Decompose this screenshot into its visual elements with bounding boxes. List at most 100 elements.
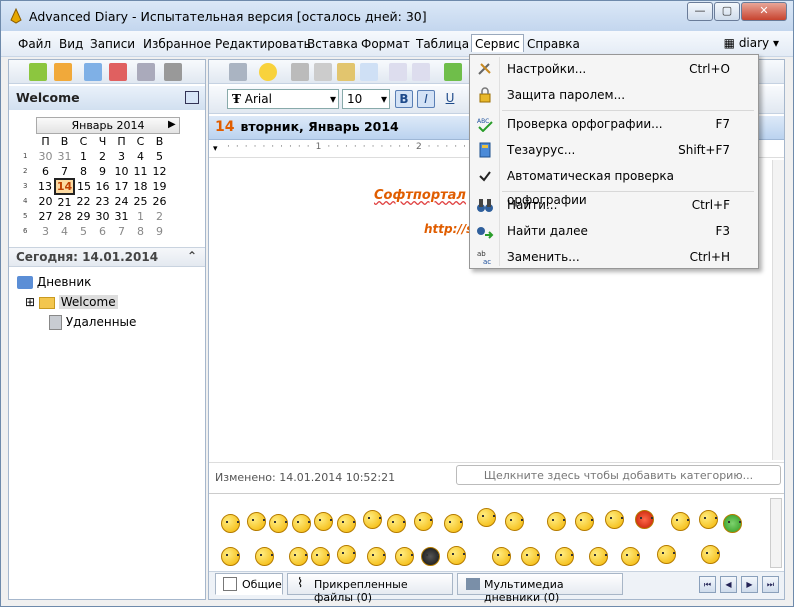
select-all-icon[interactable] <box>360 63 378 81</box>
copy-icon[interactable] <box>314 63 332 81</box>
calendar-day[interactable]: 31 <box>112 209 131 224</box>
sick-smiley-icon[interactable] <box>723 514 742 533</box>
calendar-day[interactable]: 7 <box>112 224 131 239</box>
smiley-icon[interactable] <box>589 547 608 566</box>
font-select[interactable]: Ŧ Arial ▾ <box>227 89 339 109</box>
smiley-icon[interactable] <box>521 547 540 566</box>
close-button[interactable]: ✕ <box>741 2 787 21</box>
undo-icon[interactable] <box>389 63 407 81</box>
calendar-day[interactable]: 26 <box>150 194 169 209</box>
calendar-day[interactable]: 24 <box>112 194 131 209</box>
smiley-icon[interactable] <box>259 63 277 81</box>
new-entry-icon[interactable] <box>29 63 47 81</box>
paste-icon[interactable] <box>337 63 355 81</box>
save-icon[interactable] <box>229 63 247 81</box>
prev-page-button[interactable]: ◀ <box>720 576 737 593</box>
smiley-icon[interactable] <box>671 512 690 531</box>
menu-item-spellcheck[interactable]: ABC Проверка орфографии... F7 <box>472 112 756 136</box>
menu-item-find-next[interactable]: Найти далее F3 <box>472 219 756 243</box>
calendar-day[interactable]: 5 <box>150 149 169 164</box>
menu-item-find[interactable]: Найти... Ctrl+F <box>472 193 756 217</box>
calendar-day[interactable]: 9 <box>150 224 169 239</box>
bold-icon[interactable]: B <box>395 90 413 108</box>
calendar-day[interactable]: 28 <box>55 209 74 224</box>
calendar-day[interactable]: 10 <box>112 164 131 179</box>
tree-item-deleted[interactable]: Удаленные <box>17 312 136 332</box>
calendar-day[interactable]: 21 <box>55 194 74 209</box>
menu-item-password[interactable]: Защита паролем... <box>472 83 756 107</box>
calendar-month[interactable]: Январь 2014 <box>36 117 180 134</box>
smiley-icon[interactable] <box>311 547 330 566</box>
italic-icon[interactable]: I <box>417 90 435 108</box>
smiley-icon[interactable] <box>221 547 240 566</box>
smiley-icon[interactable] <box>337 545 356 564</box>
calendar-day-today[interactable]: 14 <box>54 178 75 195</box>
calendar-day[interactable]: 31 <box>55 149 74 164</box>
calendar-day[interactable]: 30 <box>36 149 55 164</box>
devil-icon[interactable] <box>635 510 654 529</box>
calendar-day[interactable]: 23 <box>93 194 112 209</box>
last-page-button[interactable]: ⏭ <box>762 576 779 593</box>
calendar-day[interactable]: 11 <box>131 164 150 179</box>
calendar-day[interactable]: 13 <box>36 179 55 194</box>
today-bar[interactable]: Сегодня: 14.01.2014 ⌃ <box>9 247 205 267</box>
calendar-day[interactable]: 8 <box>74 164 93 179</box>
smiley-icon[interactable] <box>414 512 433 531</box>
tab-general[interactable]: Общие <box>215 573 283 595</box>
menu-favorites[interactable]: Избранное <box>140 35 214 53</box>
smiley-icon[interactable] <box>699 510 718 529</box>
smiley-icon[interactable] <box>555 547 574 566</box>
smiley-icon[interactable] <box>395 547 414 566</box>
smiley-icon[interactable] <box>292 514 311 533</box>
new-page-icon[interactable] <box>84 63 102 81</box>
calendar-day[interactable]: 5 <box>74 224 93 239</box>
smiley-icon[interactable] <box>605 510 624 529</box>
menu-item-settings[interactable]: Настройки... Ctrl+O <box>472 57 756 81</box>
indent-marker-icon[interactable]: ▾ <box>213 144 218 154</box>
smiley-icon[interactable] <box>269 514 288 533</box>
calendar-day[interactable]: 20 <box>36 194 55 209</box>
menu-item-thesaurus[interactable]: Тезаурус... Shift+F7 <box>472 138 756 162</box>
tab-attachments[interactable]: ⌇ Прикрепленные файлы (0) <box>287 573 453 604</box>
tab-multimedia[interactable]: Мультимедиа дневники (0) <box>457 573 623 604</box>
calendar-day[interactable]: 17 <box>112 179 131 194</box>
smiley-icon[interactable] <box>337 514 356 533</box>
menu-format[interactable]: Формат <box>358 35 413 53</box>
smiley-icon[interactable] <box>221 514 240 533</box>
diary-selector[interactable]: ▦ diary ▾ <box>724 36 779 50</box>
calendar-day[interactable]: 1 <box>131 209 150 224</box>
tree-item-welcome[interactable]: ⊞ Welcome <box>17 292 136 312</box>
calendar-day[interactable]: 6 <box>93 224 112 239</box>
tree-root[interactable]: Дневник <box>17 272 136 292</box>
smiley-icon[interactable] <box>289 547 308 566</box>
smiley-icon[interactable] <box>621 547 640 566</box>
editor-scrollbar[interactable] <box>772 160 784 460</box>
calendar-day[interactable]: 9 <box>93 164 112 179</box>
calendar-day[interactable]: 4 <box>55 224 74 239</box>
calendar-day[interactable]: 3 <box>36 224 55 239</box>
smiley-icon[interactable] <box>387 514 406 533</box>
calendar-day[interactable]: 7 <box>55 164 74 179</box>
next-month-icon[interactable]: ▶ <box>168 117 176 133</box>
menu-view[interactable]: Вид <box>56 35 86 53</box>
calendar-day[interactable]: 30 <box>93 209 112 224</box>
smiley-icon[interactable] <box>255 547 274 566</box>
category-input[interactable]: Щелкните здесь чтобы добавить категорию.… <box>456 465 781 485</box>
font-size-select[interactable]: 10 ▾ <box>342 89 390 109</box>
menu-item-replace[interactable]: ab ac Заменить... Ctrl+H <box>472 245 756 269</box>
smiley-icon[interactable] <box>247 512 266 531</box>
menu-entries[interactable]: Записи <box>87 35 138 53</box>
collapse-icon[interactable]: ⌃ <box>187 249 197 263</box>
underline-icon[interactable]: U <box>441 90 459 108</box>
minimize-button[interactable]: — <box>687 2 713 21</box>
smiley-icon[interactable] <box>363 510 382 529</box>
redo-icon[interactable] <box>412 63 430 81</box>
next-page-button[interactable]: ▶ <box>741 576 758 593</box>
spellcheck-toolbar-icon[interactable] <box>444 63 462 81</box>
menu-edit[interactable]: Редактировать <box>212 35 314 53</box>
delete-icon[interactable] <box>109 63 127 81</box>
calendar-day[interactable]: 12 <box>150 164 169 179</box>
calendar-day[interactable]: 22 <box>74 194 93 209</box>
calendar-day[interactable]: 27 <box>36 209 55 224</box>
calendar-day[interactable]: 16 <box>93 179 112 194</box>
